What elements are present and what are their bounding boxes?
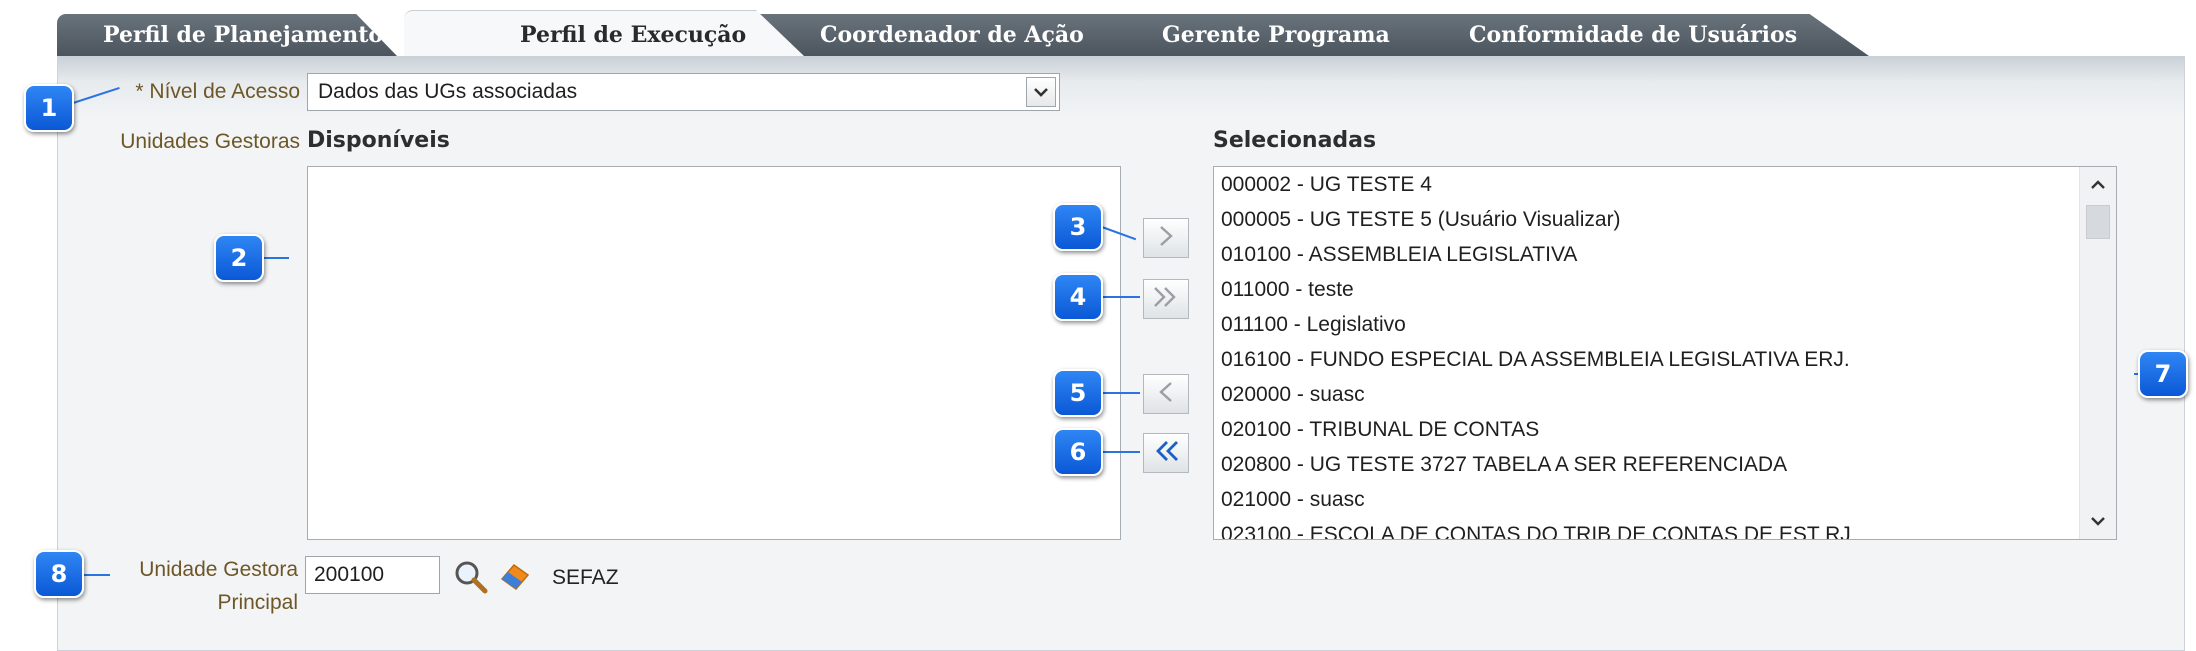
list-item[interactable]: 021000 - suasc bbox=[1214, 482, 2080, 517]
scroll-up-icon[interactable] bbox=[2080, 169, 2116, 201]
callout-8-badge: 8 bbox=[34, 550, 84, 598]
move-all-button[interactable] bbox=[1143, 279, 1189, 319]
tab-perfil-execucao[interactable]: Perfil de Execução bbox=[404, 10, 804, 56]
tab-strip: Perfil de Planejamento Perfil de Execuçã… bbox=[57, 10, 2185, 56]
eraser-icon[interactable] bbox=[498, 561, 532, 595]
chevron-left-icon bbox=[1156, 380, 1176, 408]
callout-4-badge: 4 bbox=[1053, 273, 1103, 321]
list-item[interactable]: 010100 - ASSEMBLEIA LEGISLATIVA bbox=[1214, 237, 2080, 272]
available-list[interactable] bbox=[307, 166, 1121, 540]
tab-gerente-programa[interactable]: Gerente Programa bbox=[1082, 14, 1442, 56]
available-heading: Disponíveis bbox=[307, 128, 450, 153]
tab-conformidade-usuarios[interactable]: Conformidade de Usuários bbox=[1374, 14, 1869, 56]
main-unit-name: SEFAZ bbox=[552, 566, 619, 589]
remove-button[interactable] bbox=[1143, 374, 1189, 414]
tab-coordenador-acao[interactable]: Coordenador de Ação bbox=[750, 14, 1140, 56]
selected-list-scrollbar[interactable] bbox=[2079, 167, 2116, 539]
selected-heading: Selecionadas bbox=[1213, 128, 1377, 153]
callout-2-leader bbox=[263, 257, 289, 259]
main-unit-label-line1: Unidade Gestora bbox=[139, 558, 298, 581]
scroll-thumb[interactable] bbox=[2086, 205, 2110, 239]
callout-1-badge: 1 bbox=[24, 84, 74, 132]
selected-list[interactable]: 000002 - UG TESTE 4 000005 - UG TESTE 5 (… bbox=[1213, 166, 2117, 540]
list-item[interactable]: 020000 - suasc bbox=[1214, 377, 2080, 412]
magnifier-icon[interactable] bbox=[452, 558, 490, 600]
tab-perfil-planejamento[interactable]: Perfil de Planejamento bbox=[57, 14, 397, 56]
list-item[interactable]: 000005 - UG TESTE 5 (Usuário Visualizar) bbox=[1214, 202, 2080, 237]
main-unit-input[interactable]: 200100 bbox=[305, 556, 440, 594]
chevron-down-icon[interactable] bbox=[1026, 77, 1056, 107]
access-level-label: * Nível de Acesso bbox=[135, 80, 300, 103]
callout-2-badge: 2 bbox=[214, 234, 264, 282]
list-item[interactable]: 020100 - TRIBUNAL DE CONTAS bbox=[1214, 412, 2080, 447]
access-level-select[interactable]: Dados das UGs associadas bbox=[307, 73, 1060, 111]
scroll-down-icon[interactable] bbox=[2080, 505, 2116, 537]
callout-4-leader bbox=[1102, 296, 1140, 298]
list-item[interactable]: 023100 - ESCOLA DE CONTAS DO TRIB DE CON… bbox=[1214, 517, 2080, 539]
remove-all-button[interactable] bbox=[1143, 433, 1189, 473]
chevron-right-icon bbox=[1156, 224, 1176, 252]
callout-3-badge: 3 bbox=[1053, 203, 1103, 251]
selected-items: 000002 - UG TESTE 4 000005 - UG TESTE 5 (… bbox=[1214, 167, 2080, 539]
callout-7-badge: 7 bbox=[2138, 350, 2188, 398]
units-label: Unidades Gestoras bbox=[120, 130, 300, 153]
move-button[interactable] bbox=[1143, 218, 1189, 258]
callout-8-leader bbox=[82, 574, 110, 576]
double-chevron-right-icon bbox=[1151, 285, 1181, 313]
callout-5-leader bbox=[1102, 392, 1140, 394]
callout-6-leader bbox=[1102, 451, 1140, 453]
callout-6-badge: 6 bbox=[1053, 428, 1103, 476]
double-chevron-left-icon bbox=[1151, 439, 1181, 467]
list-item[interactable]: 000002 - UG TESTE 4 bbox=[1214, 167, 2080, 202]
list-item[interactable]: 016100 - FUNDO ESPECIAL DA ASSEMBLEIA LE… bbox=[1214, 342, 2080, 377]
list-item[interactable]: 011100 - Legislativo bbox=[1214, 307, 2080, 342]
callout-5-badge: 5 bbox=[1053, 369, 1103, 417]
access-level-value: Dados das UGs associadas bbox=[318, 80, 578, 103]
list-item[interactable]: 011000 - teste bbox=[1214, 272, 2080, 307]
list-item[interactable]: 020800 - UG TESTE 3727 TABELA A SER REFE… bbox=[1214, 447, 2080, 482]
main-unit-label-line2: Principal bbox=[217, 591, 298, 614]
